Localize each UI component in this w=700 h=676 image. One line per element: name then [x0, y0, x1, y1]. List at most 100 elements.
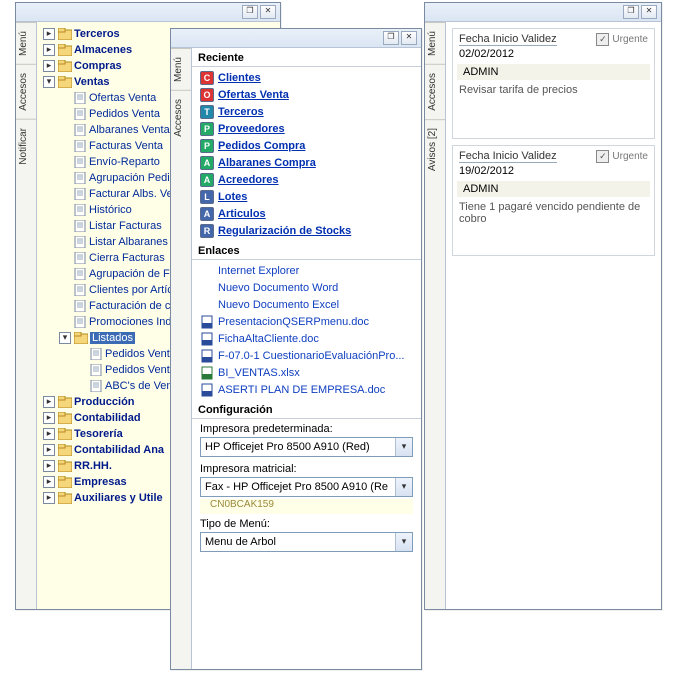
folder-icon [58, 396, 72, 408]
tree-label: Clientes por Artícu [89, 284, 179, 296]
side-tab[interactable]: Avisos [2] [425, 119, 445, 179]
link-label: Albaranes Compra [218, 157, 316, 169]
chevron-down-icon[interactable]: ▾ [395, 438, 412, 456]
folder-icon [58, 44, 72, 56]
link-label: Nuevo Documento Excel [218, 299, 339, 311]
recent-link[interactable]: O Ofertas Venta [196, 86, 417, 103]
collapse-toggle[interactable]: ▾ [43, 76, 55, 88]
folder-icon [58, 492, 72, 504]
tree-label: Facturar Albs. Ver [89, 188, 176, 200]
folder-icon [58, 460, 72, 472]
module-icon: P [200, 139, 214, 153]
recent-link[interactable]: LLotes [196, 188, 417, 205]
module-icon: A [200, 156, 214, 170]
expand-toggle[interactable]: ▸ [43, 28, 55, 40]
tree-label: Agrupación Pedid [89, 172, 176, 184]
expand-toggle[interactable]: ▸ [43, 460, 55, 472]
expand-toggle[interactable]: ▸ [43, 60, 55, 72]
restore-button[interactable]: ❐ [242, 5, 258, 19]
shortcut-link[interactable]: BI_VENTAS.xlsx [196, 364, 417, 381]
side-tab[interactable]: Accesos [16, 64, 36, 119]
expand-toggle[interactable]: ▸ [43, 492, 55, 504]
side-tab[interactable]: Menú [16, 22, 36, 64]
link-label: Ofertas Venta [218, 89, 289, 101]
document-icon [73, 252, 87, 264]
accesos-window: ❐ ✕ MenúAccesos Reciente CClientesOOfert… [170, 28, 422, 670]
link-label: Articulos [218, 208, 266, 220]
recent-link[interactable]: R Regularización de Stocks [196, 222, 417, 239]
folder-icon [58, 444, 72, 456]
expand-toggle[interactable]: ▸ [43, 428, 55, 440]
document-icon [89, 380, 103, 392]
link-label: Proveedores [218, 123, 285, 135]
notice-body: Tiene 1 pagaré vencido pendiente de cobr… [453, 197, 654, 255]
shortcut-link[interactable]: Nuevo Documento Word [196, 279, 417, 296]
link-label: PresentacionQSERPmenu.doc [218, 316, 369, 328]
link-label: ASERTI PLAN DE EMPRESA.doc [218, 384, 385, 396]
module-icon: A [200, 173, 214, 187]
expand-toggle[interactable]: ▸ [43, 396, 55, 408]
recent-link[interactable]: A Acreedores [196, 171, 417, 188]
tree-label: Producción [74, 396, 135, 408]
module-icon: R [200, 224, 214, 238]
module-icon: T [200, 105, 214, 119]
collapse-toggle[interactable]: ▾ [59, 332, 71, 344]
notice-body: Revisar tarifa de precios [453, 80, 654, 138]
matrix-label: Impresora matricial: [192, 459, 421, 477]
side-tab[interactable]: Menú [171, 48, 191, 90]
document-icon [73, 268, 87, 280]
matrix-select[interactable]: Fax - HP Officejet Pro 8500 A910 (Re ▾ [200, 477, 413, 497]
recent-link[interactable]: C Clientes [196, 69, 417, 86]
close-button[interactable]: ✕ [401, 31, 417, 45]
module-icon: O [200, 88, 214, 102]
tree-label: Listar Albaranes [89, 236, 168, 248]
notice-card: Fecha Inicio Validez✓Urgente19/02/2012AD… [452, 145, 655, 256]
recent-link[interactable]: PPedidos Compra [196, 137, 417, 154]
side-tab[interactable]: Notificar [16, 119, 36, 173]
recent-link[interactable]: AArticulos [196, 205, 417, 222]
shortcut-link[interactable]: ASERTI PLAN DE EMPRESA.doc [196, 381, 417, 398]
shortcut-link[interactable]: FichaAltaCliente.doc [196, 330, 417, 347]
chevron-down-icon[interactable]: ▾ [395, 533, 412, 551]
document-icon [73, 172, 87, 184]
tree-label: Pedidos Venta [105, 364, 176, 376]
printer-select[interactable]: HP Officejet Pro 8500 A910 (Red) ▾ [200, 437, 413, 457]
recent-link[interactable]: A Albaranes Compra [196, 154, 417, 171]
link-label: Clientes [218, 72, 261, 84]
expand-toggle[interactable]: ▸ [43, 476, 55, 488]
chevron-down-icon[interactable]: ▾ [395, 478, 412, 496]
document-icon [73, 124, 87, 136]
shortcut-link[interactable]: Internet Explorer [196, 262, 417, 279]
menu-type-select[interactable]: Menu de Arbol ▾ [200, 532, 413, 552]
side-tab[interactable]: Menú [425, 22, 445, 64]
close-button[interactable]: ✕ [260, 5, 276, 19]
expand-toggle[interactable]: ▸ [43, 412, 55, 424]
expand-toggle[interactable]: ▸ [43, 44, 55, 56]
tree-label: ABC's de Vent [105, 380, 176, 392]
link-label: Acreedores [218, 174, 279, 186]
recent-link[interactable]: TTerceros [196, 103, 417, 120]
close-button[interactable]: ✕ [641, 5, 657, 19]
shortcut-link[interactable]: Nuevo Documento Excel [196, 296, 417, 313]
shortcut-link[interactable]: PresentacionQSERPmenu.doc [196, 313, 417, 330]
shortcut-link[interactable]: F-07.0-1 CuestionarioEvaluaciónPro... [196, 347, 417, 364]
recent-link[interactable]: PProveedores [196, 120, 417, 137]
urgent-checkbox[interactable]: ✓Urgente [596, 33, 648, 46]
tree-label: Tesorería [74, 428, 123, 440]
printer-label: Impresora predeterminada: [192, 419, 421, 437]
word-icon [200, 315, 214, 329]
restore-button[interactable]: ❐ [383, 31, 399, 45]
folder-icon [74, 332, 88, 344]
side-tabs: MenúAccesosAvisos [2] [425, 22, 446, 609]
urgent-checkbox[interactable]: ✓Urgente [596, 150, 648, 163]
titlebar: ❐ ✕ [425, 3, 661, 22]
module-icon: C [200, 71, 214, 85]
notice-title: Fecha Inicio Validez [459, 33, 557, 46]
excel-icon [200, 366, 214, 380]
link-label: Regularización de Stocks [218, 225, 351, 237]
restore-button[interactable]: ❐ [623, 5, 639, 19]
document-icon [89, 364, 103, 376]
expand-toggle[interactable]: ▸ [43, 444, 55, 456]
side-tab[interactable]: Accesos [425, 64, 445, 119]
side-tab[interactable]: Accesos [171, 90, 191, 145]
